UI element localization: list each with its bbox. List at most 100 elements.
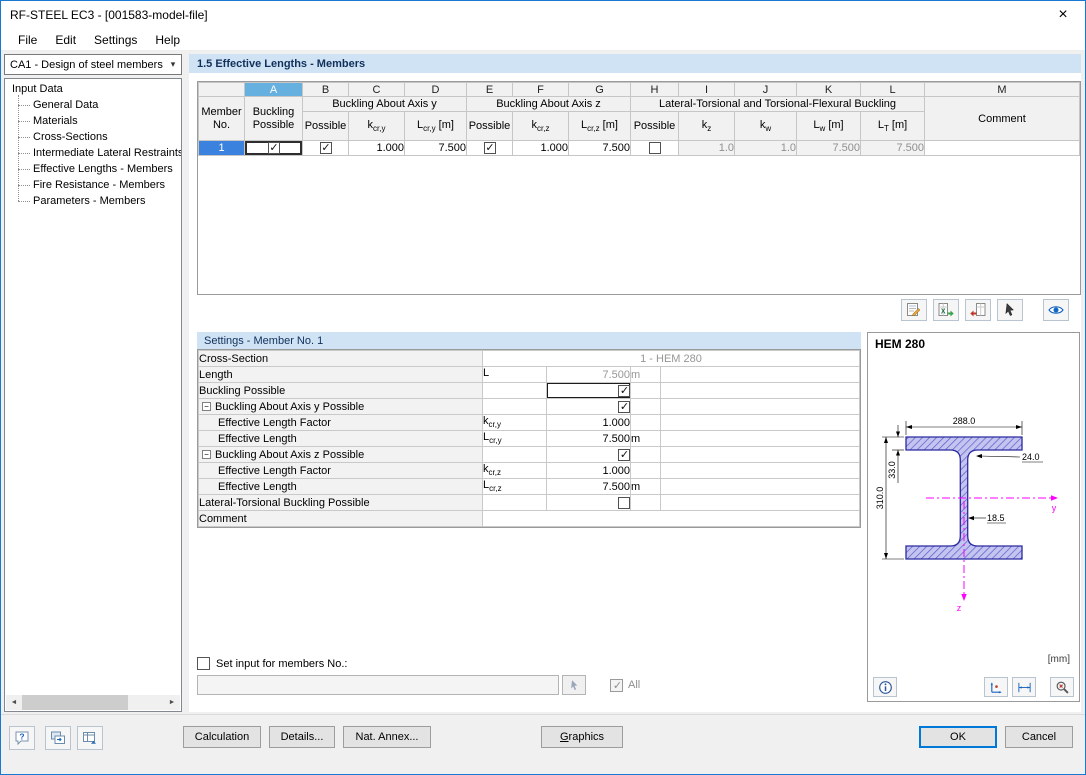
row-number-cell[interactable]: 1 <box>198 140 245 156</box>
menu-help[interactable]: Help <box>146 31 189 49</box>
axis-y-possible-checkbox[interactable] <box>319 142 333 155</box>
axis-z-possible-checkbox[interactable] <box>483 142 497 155</box>
column-header-H[interactable]: H <box>630 82 679 97</box>
help-button[interactable]: ? <box>9 726 35 750</box>
set-input-checkbox[interactable] <box>197 657 210 670</box>
comment-cell[interactable] <box>924 140 1080 156</box>
table-jump-button[interactable] <box>77 726 103 750</box>
column-header-F[interactable]: F <box>512 82 569 97</box>
column-header-L[interactable]: L <box>860 82 925 97</box>
tree-item-general-data[interactable]: General Data <box>16 97 181 113</box>
scroll-right-icon[interactable]: ► <box>164 695 180 710</box>
main-panel: A B C D E F G H I J K L M Member No. Buc… <box>189 73 1081 712</box>
column-header-M[interactable]: M <box>924 82 1080 97</box>
column-header-B[interactable]: B <box>302 82 349 97</box>
view-mode-button[interactable] <box>1043 299 1069 321</box>
horizontal-scrollbar[interactable]: ◄ ► <box>6 695 180 710</box>
menu-file[interactable]: File <box>9 31 46 49</box>
nat-annex-button[interactable]: Nat. Annex... <box>343 726 431 748</box>
tree-item-intermediate-lateral-restraints[interactable]: Intermediate Lateral Restraints <box>16 145 181 161</box>
ltb-possible-setting-checkbox[interactable] <box>618 496 630 509</box>
close-button[interactable]: × <box>1041 1 1085 29</box>
buckling-possible-setting-cell[interactable] <box>546 382 631 399</box>
buckling-possible-checkbox[interactable] <box>267 142 281 155</box>
ltb-possible-header: Possible <box>630 111 679 141</box>
graphic-jump-button[interactable] <box>45 726 71 750</box>
lcrz-value[interactable]: 7.500 <box>546 478 631 495</box>
collapse-icon[interactable]: − <box>202 402 211 412</box>
axis-z-possible-setting-checkbox[interactable] <box>618 448 630 461</box>
setting-row-buckling-possible: Buckling Possible <box>198 382 860 399</box>
tree-root-input-data[interactable]: Input Data <box>5 79 181 97</box>
lcry-value[interactable]: 7.500 <box>546 430 631 447</box>
tree-item-parameters[interactable]: Parameters - Members <box>16 193 181 209</box>
kcrz-value[interactable]: 1.000 <box>546 462 631 479</box>
cancel-button[interactable]: Cancel <box>1005 726 1073 748</box>
section-info-button[interactable] <box>873 677 897 697</box>
menu-bar: File Edit Settings Help <box>1 29 1085 51</box>
edit-settings-button[interactable] <box>901 299 927 321</box>
kcrz-cell[interactable]: 1.000 <box>512 140 569 156</box>
pick-arrow-icon <box>570 679 577 690</box>
ok-button[interactable]: OK <box>919 726 997 748</box>
menu-settings[interactable]: Settings <box>85 31 146 49</box>
buckling-possible-cell[interactable] <box>244 140 303 156</box>
axis-y-possible-cell[interactable] <box>302 140 349 156</box>
dim-fillet-radius: 24.0 <box>1022 452 1040 462</box>
tree-item-materials[interactable]: Materials <box>16 113 181 129</box>
ltb-possible-setting-cell[interactable] <box>546 494 631 511</box>
setting-row-axis-z-possible: − Buckling About Axis z Possible <box>198 446 860 463</box>
ltb-possible-checkbox[interactable] <box>648 142 661 155</box>
axis-z-possible-setting-cell[interactable] <box>546 446 631 463</box>
dimensions-button[interactable] <box>1012 677 1036 697</box>
excel-import-button[interactable] <box>965 299 991 321</box>
comment-input[interactable] <box>482 510 860 527</box>
collapse-icon[interactable]: − <box>202 450 211 460</box>
kcry-cell[interactable]: 1.000 <box>348 140 405 156</box>
zoom-button[interactable] <box>1050 677 1074 697</box>
lcrz-cell[interactable]: 7.500 <box>568 140 631 156</box>
column-header-G[interactable]: G <box>568 82 631 97</box>
column-header-A[interactable]: A <box>244 82 303 97</box>
axis-y-possible-setting-checkbox[interactable] <box>618 400 630 413</box>
setting-row-lcrz: Effective Length Lcr,z 7.500 m <box>198 478 860 495</box>
column-header-J[interactable]: J <box>734 82 797 97</box>
kz-cell: 1.0 <box>678 140 735 156</box>
setting-row-kcry: Effective Length Factor kcr,y 1.000 <box>198 414 860 431</box>
column-header-C[interactable]: C <box>348 82 405 97</box>
column-header-D[interactable]: D <box>404 82 467 97</box>
axis-z-possible-cell[interactable] <box>466 140 513 156</box>
ltb-possible-cell[interactable] <box>630 140 679 156</box>
axis-y-possible-header: Possible <box>302 111 349 141</box>
column-header-E[interactable]: E <box>466 82 513 97</box>
tree-item-effective-lengths[interactable]: Effective Lengths - Members <box>16 161 181 177</box>
tree-item-fire-resistance[interactable]: Fire Resistance - Members <box>16 177 181 193</box>
column-header-I[interactable]: I <box>678 82 735 97</box>
stress-points-button[interactable] <box>984 677 1008 697</box>
bottom-bar: ? Calculation Details... Nat. Annex... G… <box>1 714 1085 774</box>
details-button[interactable]: Details... <box>269 726 335 748</box>
scroll-left-icon[interactable]: ◄ <box>6 695 22 710</box>
axis-z-possible-header: Possible <box>466 111 513 141</box>
setting-label: Cross-Section <box>198 350 483 367</box>
excel-export-button[interactable]: X <box>933 299 959 321</box>
graphics-button[interactable]: Graphics <box>541 726 623 748</box>
kcry-value[interactable]: 1.000 <box>546 414 631 431</box>
lcry-cell[interactable]: 7.500 <box>404 140 467 156</box>
tree-item-cross-sections[interactable]: Cross-Sections <box>16 129 181 145</box>
pick-member-button[interactable] <box>997 299 1023 321</box>
length-unit: m <box>630 366 661 383</box>
axis-y-possible-setting-cell[interactable] <box>546 398 631 415</box>
y-axis-arrow <box>1051 495 1058 501</box>
design-case-dropdown[interactable]: CA1 - Design of steel members ▾ <box>4 54 182 75</box>
pick-arrow-icon <box>1005 303 1014 316</box>
settings-table: Cross-Section 1 - HEM 280 Length L 7.500… <box>197 349 861 528</box>
column-header-K[interactable]: K <box>796 82 861 97</box>
buckling-possible-setting-checkbox[interactable] <box>618 384 630 397</box>
work-area: CA1 - Design of steel members ▾ Input Da… <box>1 51 1085 714</box>
calculation-button[interactable]: Calculation <box>183 726 261 748</box>
set-input-row: Set input for members No.: <box>197 657 347 670</box>
scrollbar-thumb[interactable] <box>22 695 128 710</box>
lw-cell: 7.500 <box>796 140 861 156</box>
menu-edit[interactable]: Edit <box>46 31 85 49</box>
